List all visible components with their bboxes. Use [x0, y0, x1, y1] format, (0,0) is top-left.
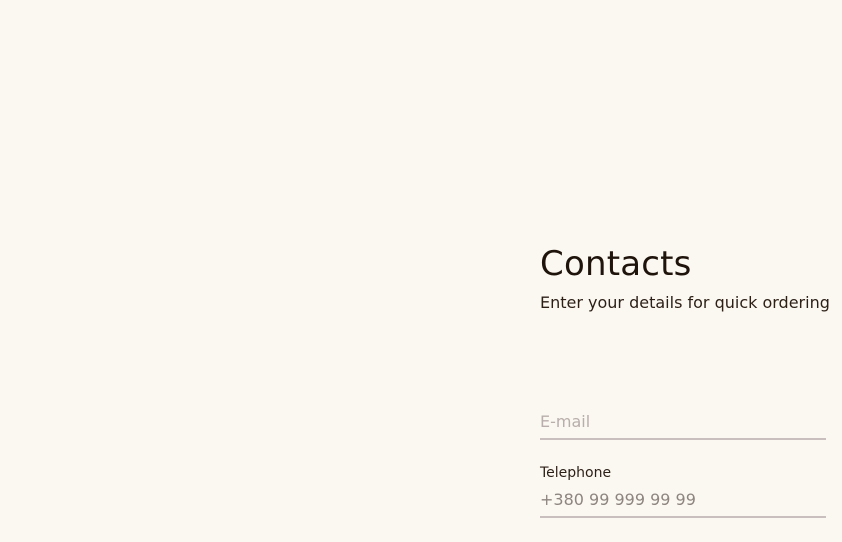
- email-label: [540, 386, 826, 404]
- telephone-field-group: Telephone: [540, 464, 826, 518]
- contacts-title: Contacts: [540, 244, 692, 284]
- telephone-label: Telephone: [540, 465, 612, 481]
- contacts-subtitle: Enter your details for quick ordering: [540, 293, 830, 312]
- email-input[interactable]: [540, 404, 826, 440]
- email-field-group: [540, 386, 826, 440]
- telephone-input[interactable]: [540, 482, 826, 518]
- contacts-section: Contacts Enter your details for quick or…: [540, 242, 830, 518]
